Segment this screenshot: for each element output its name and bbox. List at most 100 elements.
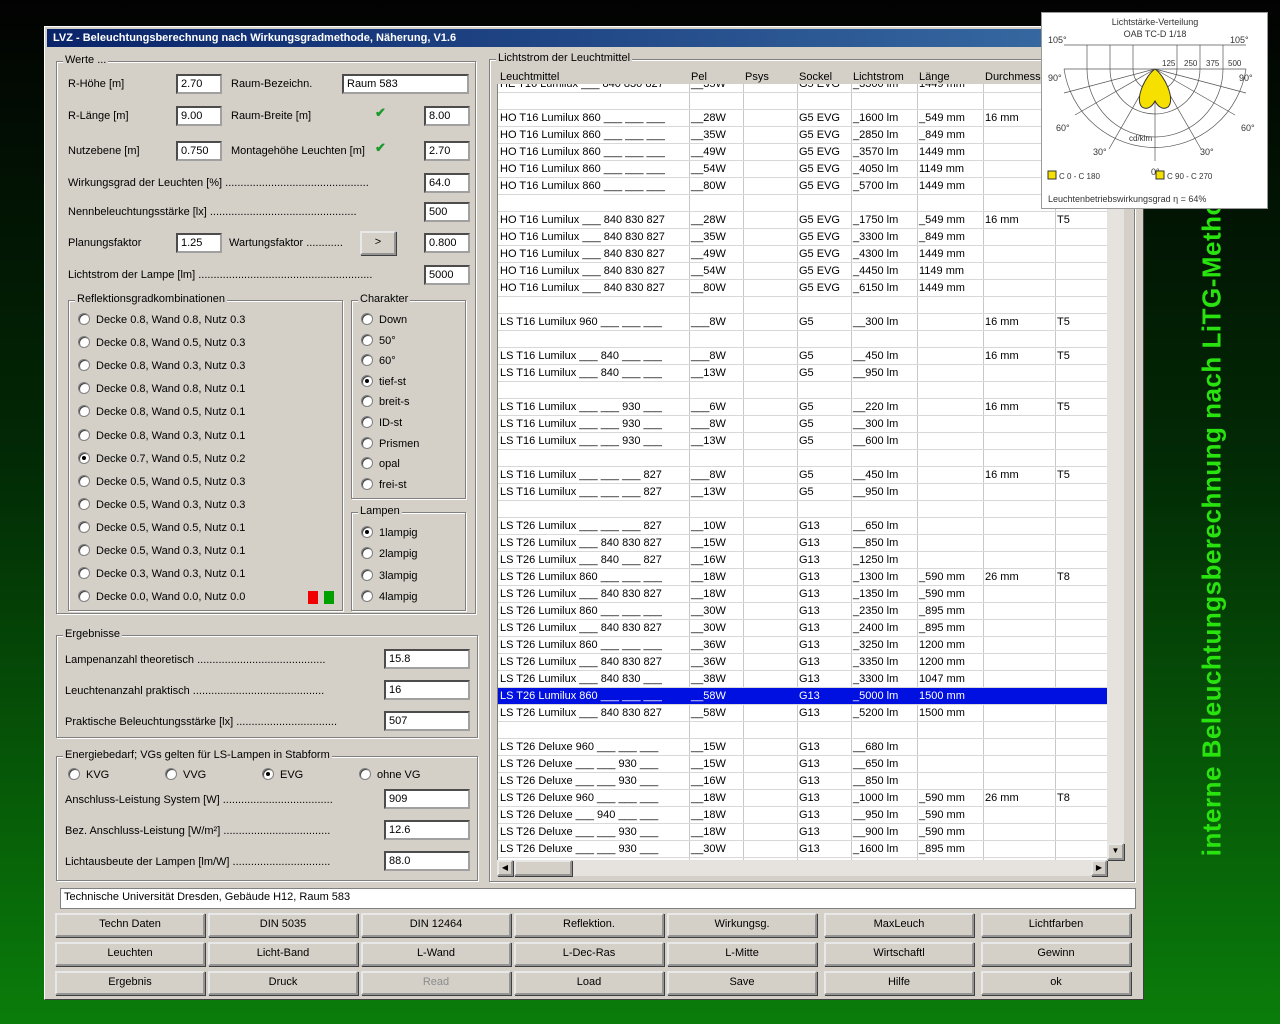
l-wand-button[interactable]: L-Wand xyxy=(361,942,511,966)
table-row[interactable]: LS T26 Lumilux 860 ___ ___ ___ __30W G13 _2… xyxy=(498,603,1107,620)
table-row[interactable]: LS T26 Lumilux ___ 840 830 ___ __38W G13 _3… xyxy=(498,671,1107,688)
table-row[interactable] xyxy=(498,722,1107,739)
table-row[interactable]: HO T16 Lumilux 860 ___ ___ ___ __54W G5 EV… xyxy=(498,161,1107,178)
lampen-radio-circle[interactable] xyxy=(361,526,373,538)
horizontal-scrollbar[interactable] xyxy=(497,860,1107,876)
table-row[interactable]: LS T26 Deluxe 960 ___ ___ ___ __18W G13 _10… xyxy=(498,790,1107,807)
read-button[interactable]: Read xyxy=(361,971,511,995)
wirkungsg--button[interactable]: Wirkungsg. xyxy=(667,913,817,937)
vg-radio-circle[interactable] xyxy=(262,768,274,780)
table-row[interactable]: HO T16 Lumilux 860 ___ ___ ___ __28W G5 EV… xyxy=(498,110,1107,127)
table-row[interactable]: HO T16 Lumilux ___ 840 830 827 __28W G5 EV… xyxy=(498,212,1107,229)
lampen-radio-circle[interactable] xyxy=(361,568,373,581)
nutzebene-input[interactable]: 0.750 xyxy=(176,141,222,161)
table-row[interactable]: LS T26 Deluxe ___ ___ 930 ___ __15W G13 __6… xyxy=(498,756,1107,773)
table-row[interactable]: LS T26 Lumilux ___ 840 830 827 __36W G13 _3… xyxy=(498,654,1107,671)
status-field[interactable]: Technische Universität Dresden, Gebäude … xyxy=(60,888,1136,909)
charakter-radio-circle[interactable] xyxy=(361,354,373,367)
lampen-radio-circle[interactable] xyxy=(361,547,373,560)
lamp-table[interactable]: HE T16 Lumilux ___ 840 830 827 __35W G5 EV… xyxy=(497,84,1107,860)
charakter-radio[interactable]: frei-st xyxy=(361,477,407,492)
table-row[interactable]: HO T16 Lumilux ___ 840 830 827 __35W G5 EV… xyxy=(498,229,1107,246)
table-row[interactable] xyxy=(498,195,1107,212)
ergebnis-button[interactable]: Ergebnis xyxy=(55,971,205,995)
lampen-radio[interactable]: 1lampig xyxy=(361,526,418,540)
table-row[interactable]: LS T26 Deluxe ___ ___ 930 ___ __16W G13 __8… xyxy=(498,773,1107,790)
din-12464-button[interactable]: DIN 12464 xyxy=(361,913,511,937)
reflex-radio[interactable]: Decke 0.8, Wand 0.8, Nutz 0.1 xyxy=(78,382,245,396)
table-row[interactable] xyxy=(498,382,1107,399)
lichtstrom-input[interactable]: 5000 xyxy=(424,265,470,285)
leuchten-button[interactable]: Leuchten xyxy=(55,942,205,966)
wartung-input[interactable]: 0.800 xyxy=(424,233,470,253)
charakter-radio[interactable]: Prismen xyxy=(361,436,419,451)
wartung-button[interactable]: > xyxy=(360,231,396,255)
charakter-radio[interactable]: Down xyxy=(361,313,407,327)
wirtschaftl-button[interactable]: Wirtschaftl xyxy=(824,942,974,966)
vg-radio-circle[interactable] xyxy=(165,768,177,780)
reflex-radio-circle[interactable] xyxy=(78,590,90,603)
table-row[interactable]: LS T26 Deluxe ___ 940 ___ ___ __18W G13 __9… xyxy=(498,807,1107,824)
charakter-radio-circle[interactable] xyxy=(361,416,373,428)
charakter-radio-circle[interactable] xyxy=(361,313,373,325)
reflex-radio-circle[interactable] xyxy=(78,544,90,556)
lichtfarben-button[interactable]: Lichtfarben xyxy=(981,913,1131,937)
table-row[interactable]: LS T26 Lumilux ___ 840 ___ 827 __16W G13 _1… xyxy=(498,552,1107,569)
table-row[interactable]: LS T26 Lumilux ___ 840 830 827 __58W G13 _5… xyxy=(498,705,1107,722)
maxleuch-button[interactable]: MaxLeuch xyxy=(824,913,974,937)
charakter-radio[interactable]: ID-st xyxy=(361,416,402,430)
load-button[interactable]: Load xyxy=(514,971,664,995)
druck-button[interactable]: Druck xyxy=(208,971,358,995)
table-row[interactable]: LS T26 Lumilux ___ 840 830 827 __30W G13 _2… xyxy=(498,620,1107,637)
charakter-radio-circle[interactable] xyxy=(361,395,373,408)
table-row[interactable] xyxy=(498,450,1107,467)
reflex-radio[interactable]: Decke 0.8, Wand 0.8, Nutz 0.3 xyxy=(78,313,245,327)
reflex-radio-circle[interactable] xyxy=(78,313,90,325)
scroll-right-button[interactable]: ▶ xyxy=(1091,860,1107,876)
reflex-radio-circle[interactable] xyxy=(78,520,90,533)
table-row[interactable]: LS T26 Lumilux 860 ___ ___ ___ __58W G13 _5… xyxy=(498,688,1107,705)
gewinn-button[interactable]: Gewinn xyxy=(981,942,1131,966)
table-row[interactable] xyxy=(498,331,1107,348)
lampen-radio[interactable]: 2lampig xyxy=(361,547,418,561)
reflex-radio[interactable]: Decke 0.8, Wand 0.5, Nutz 0.1 xyxy=(78,405,245,419)
table-row[interactable]: LS T16 Lumilux ___ ___ 930 ___ ___6W G5 __2… xyxy=(498,399,1107,416)
table-row[interactable]: LS T26 Lumilux ___ 840 830 827 __18W G13 _1… xyxy=(498,586,1107,603)
raum-breite-input[interactable]: 8.00 xyxy=(424,106,470,126)
charakter-radio-circle[interactable] xyxy=(361,374,373,387)
din-5035-button[interactable]: DIN 5035 xyxy=(208,913,358,937)
licht-band-button[interactable]: Licht-Band xyxy=(208,942,358,966)
table-row[interactable]: LS T16 Lumilux ___ ___ 930 ___ ___8W G5 __3… xyxy=(498,416,1107,433)
reflex-radio-circle[interactable] xyxy=(78,382,90,395)
reflex-radio[interactable]: Decke 0.3, Wand 0.3, Nutz 0.1 xyxy=(78,567,245,581)
raum-bez-input[interactable]: Raum 583 xyxy=(342,74,469,94)
reflex-radio-circle[interactable] xyxy=(78,567,90,580)
vg-radio[interactable]: EVG xyxy=(262,768,303,782)
table-row[interactable]: LS T26 Lumilux ___ ___ ___ 827 __10W G13 __… xyxy=(498,518,1107,535)
reflex-radio[interactable]: Decke 0.7, Wand 0.5, Nutz 0.2 xyxy=(78,451,245,466)
save-button[interactable]: Save xyxy=(667,971,817,995)
charakter-radio-circle[interactable] xyxy=(361,436,373,449)
l-mitte-button[interactable]: L-Mitte xyxy=(667,942,817,966)
reflex-radio-circle[interactable] xyxy=(78,428,90,441)
table-row[interactable]: LS T26 Lumilux 860 ___ ___ ___ __18W G13 _1… xyxy=(498,569,1107,586)
reflex-radio-circle[interactable] xyxy=(78,359,90,372)
table-row[interactable]: LS T16 Lumilux ___ ___ 930 ___ __13W G5 __6… xyxy=(498,433,1107,450)
reflex-radio-circle[interactable] xyxy=(78,497,90,510)
ok-button[interactable]: ok xyxy=(981,971,1131,995)
vg-radio-circle[interactable] xyxy=(359,768,371,780)
charakter-radio[interactable]: 50° xyxy=(361,333,396,348)
hilfe-button[interactable]: Hilfe xyxy=(824,971,974,995)
vg-radio[interactable]: KVG xyxy=(68,768,109,782)
techn-daten-button[interactable]: Techn Daten xyxy=(55,913,205,937)
reflex-radio-circle[interactable] xyxy=(78,474,90,487)
charakter-radio-circle[interactable] xyxy=(361,333,373,346)
reflektion--button[interactable]: Reflektion. xyxy=(514,913,664,937)
table-row[interactable]: HO T16 Lumilux 860 ___ ___ ___ __35W G5 EV… xyxy=(498,127,1107,144)
lampen-radio[interactable]: 4lampig xyxy=(361,589,418,604)
reflex-radio-circle[interactable] xyxy=(78,405,90,418)
reflex-radio-circle[interactable] xyxy=(78,451,90,464)
r-hoehe-input[interactable]: 2.70 xyxy=(176,74,222,94)
table-row[interactable] xyxy=(498,501,1107,518)
planung-input[interactable]: 1.25 xyxy=(176,233,222,253)
